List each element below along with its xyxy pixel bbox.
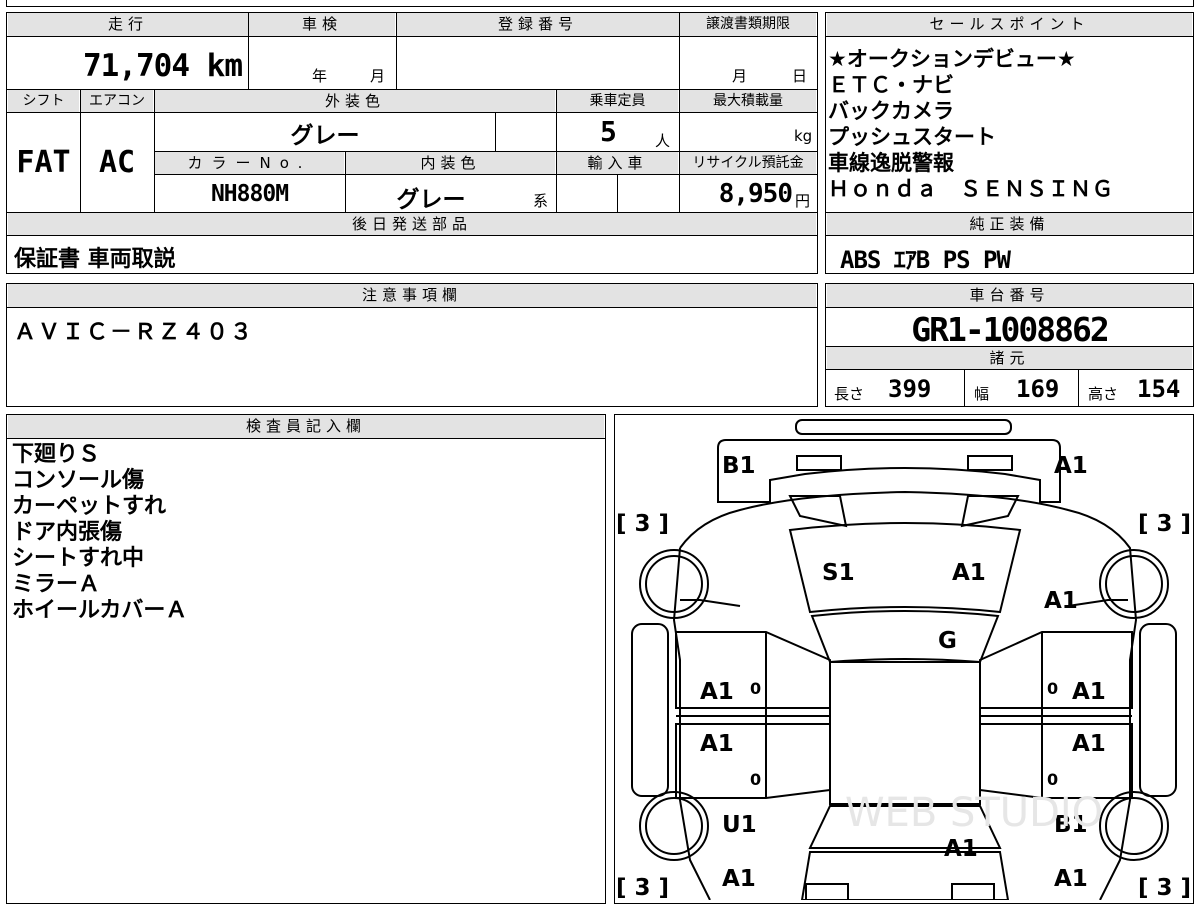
max-load-unit: kg <box>794 127 813 145</box>
spec-height-value: 154 <box>1137 375 1181 403</box>
aircon-label: エアコン <box>81 90 153 112</box>
genuine-equipment-value: ABS ｴｱB PS PW <box>840 246 1011 274</box>
inspection-label: 車検 <box>249 13 395 36</box>
capacity-unit: 人 <box>655 132 671 150</box>
door-mark: 0 <box>1047 770 1058 789</box>
notes-label: 注意事項欄 <box>8 284 816 307</box>
capacity-label: 乗車定員 <box>557 90 678 112</box>
sales-point-item: Ｈｏｎｄａ ＳＥＮＳＩＮＧ <box>828 177 1114 201</box>
sales-point-item: ＥＴＣ・ナビ <box>828 73 954 97</box>
max-load-label: 最大積載量 <box>680 90 816 112</box>
rear-right-grade: A1 <box>1054 866 1088 892</box>
inspector-line: ホイールカバーＡ <box>12 598 188 623</box>
sales-point-item: ★オークションデビュー★ <box>828 47 1076 71</box>
notes-value: ＡＶＩＣ－ＲＺ４０３ <box>14 320 255 345</box>
recycle-unit: 円 <box>795 192 811 210</box>
exterior-color-label: 外装色 <box>155 90 555 112</box>
door-mark: 0 <box>1047 679 1058 698</box>
transfer-deadline-label: 譲渡書類期限 <box>680 13 816 36</box>
shift-value: FAT <box>16 145 71 180</box>
left-rear-quarter-grade: U1 <box>722 812 757 838</box>
inspection-year-unit: 年 <box>312 67 328 85</box>
inspection-month-unit: 月 <box>370 67 386 85</box>
deadline-month-unit: 月 <box>732 67 748 85</box>
recycle-value: 8,950 <box>718 179 793 209</box>
specs-label: 諸元 <box>827 347 1192 369</box>
chassis-value: GR1-1008862 <box>911 310 1110 349</box>
inspector-label: 検査員記入欄 <box>8 415 604 438</box>
sales-points-label: セールスポイント <box>827 13 1192 36</box>
inspector-line: コンソール傷 <box>12 468 145 493</box>
sales-points-list: ★オークションデビュー★ ＥＴＣ・ナビ バックカメラ プッシュスタート 車線逸脱… <box>828 46 1192 202</box>
import-car-label: 輸入車 <box>557 152 678 174</box>
inspector-lines: 下廻りＳ コンソール傷 カーペットすれ ドア内張傷 シートすれ中 ミラーＡ ホイ… <box>12 442 592 624</box>
mileage-value: 71,704 km <box>83 48 243 84</box>
sales-point-item: プッシュスタート <box>828 125 996 149</box>
sales-point-item: 車線逸脱警報 <box>828 151 954 175</box>
tire-right-front-grade: [ 3 ] <box>1138 511 1191 537</box>
capacity-value: 5 <box>600 115 617 148</box>
car-diagram: [ 3 ] [ 3 ] [ 3 ] [ 3 ] B1 A1 S1 A1 A1 G… <box>616 419 1191 900</box>
inspector-line: ドア内張傷 <box>12 520 123 545</box>
inspector-line: ミラーＡ <box>12 572 101 597</box>
left-rear-door-grade: A1 <box>700 731 734 757</box>
inspector-line: 下廻りＳ <box>12 442 101 467</box>
right-rear-door-grade: A1 <box>1072 731 1106 757</box>
exterior-color-value: グレー <box>290 123 360 149</box>
front-bumper-left-grade: B1 <box>722 453 756 479</box>
registration-label: 登録番号 <box>397 13 679 36</box>
inspector-line: シートすれ中 <box>12 546 145 571</box>
door-mark: 0 <box>750 679 761 698</box>
mileage-label: 走行 <box>8 13 248 36</box>
later-parts-label: 後日発送部品 <box>8 213 816 235</box>
left-front-door-grade: A1 <box>700 679 734 705</box>
watermark: WEB STUDIO <box>845 790 1103 836</box>
hood-left-grade: S1 <box>822 560 855 586</box>
interior-color-value: グレー <box>396 187 466 213</box>
door-mark: 0 <box>750 770 761 789</box>
sales-point-item: バックカメラ <box>828 99 954 123</box>
chassis-label: 車台番号 <box>827 284 1192 307</box>
later-parts-value: 保証書 車両取説 <box>14 247 176 272</box>
spec-width-label: 幅 <box>974 385 990 403</box>
right-fender-grade: A1 <box>1044 588 1078 614</box>
color-no-value: NH880M <box>210 181 289 207</box>
trunk-grade: A1 <box>944 836 978 862</box>
rear-left-grade: A1 <box>722 866 756 892</box>
windshield-grade: G <box>938 628 957 654</box>
aircon-value: AC <box>98 145 136 180</box>
spec-length-label: 長さ <box>834 385 865 403</box>
spec-height-label: 高さ <box>1088 385 1119 403</box>
inspector-line: カーペットすれ <box>12 494 167 519</box>
front-bumper-right-grade: A1 <box>1054 453 1088 479</box>
spec-length-value: 399 <box>888 375 932 403</box>
shift-label: シフト <box>8 90 79 112</box>
right-front-door-grade: A1 <box>1072 679 1106 705</box>
genuine-equipment-label: 純正装備 <box>827 213 1192 235</box>
tire-left-front-grade: [ 3 ] <box>616 511 669 537</box>
tire-left-rear-grade: [ 3 ] <box>616 875 669 900</box>
recycle-label: リサイクル預託金 <box>680 152 816 174</box>
tire-right-rear-grade: [ 3 ] <box>1138 875 1191 900</box>
hood-right-grade: A1 <box>952 560 986 586</box>
top-strip <box>6 0 1194 7</box>
interior-color-label: 内装色 <box>346 152 555 174</box>
interior-color-suffix: 系 <box>533 192 549 210</box>
color-no-label: カラーNo. <box>155 152 344 174</box>
spec-width-value: 169 <box>1016 375 1060 403</box>
deadline-day-unit: 日 <box>792 67 808 85</box>
